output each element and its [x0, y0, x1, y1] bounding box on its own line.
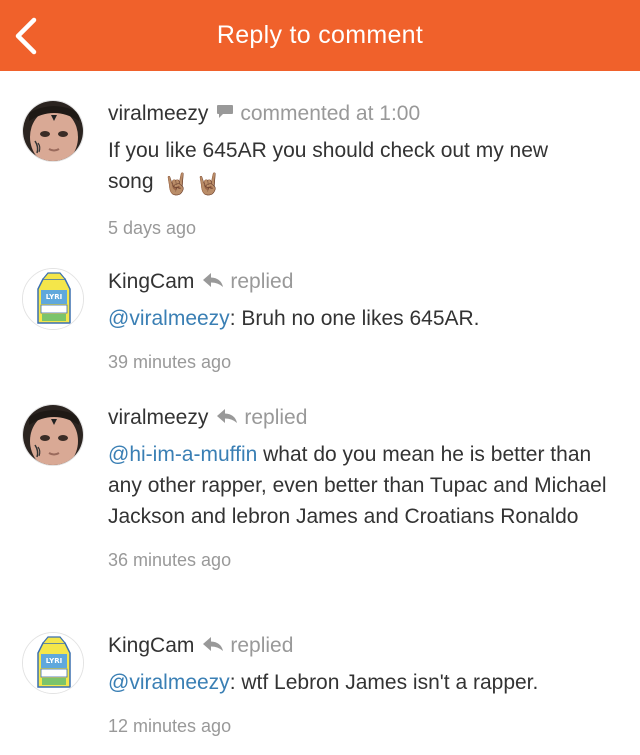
rock-hand-emoji: 🤘🏽 🤘🏽	[163, 173, 222, 196]
comment-meta: KingCam replied	[108, 632, 623, 660]
timestamp: 5 days ago	[108, 218, 197, 238]
avatar[interactable]: LYRI	[22, 632, 84, 694]
reply-arrow-icon	[216, 404, 238, 432]
user-avatar-viralmeezy-icon	[23, 405, 83, 465]
user-avatar-kingcam-icon: LYRI	[23, 633, 83, 693]
reply-arrow-icon	[202, 632, 224, 660]
username[interactable]: KingCam	[108, 632, 194, 660]
avatar[interactable]	[22, 100, 84, 162]
action-text: replied	[230, 270, 294, 293]
comment-text: @hi-im-a-muffin what do you mean he is b…	[108, 439, 623, 532]
avatar[interactable]: LYRI	[22, 268, 84, 330]
svg-text:LYRI: LYRI	[46, 293, 62, 301]
action-text: commented at 1:00	[240, 102, 421, 125]
mention-link[interactable]: @viralmeezy	[108, 671, 230, 694]
chevron-left-icon	[15, 17, 37, 55]
page-title: Reply to comment	[216, 21, 424, 49]
comment-text: @viralmeezy: Bruh no one likes 645AR.	[108, 303, 623, 334]
comment-text-body: : wtf Lebron James isn't a rapper.	[229, 671, 539, 694]
svg-text:LYRI: LYRI	[46, 657, 62, 665]
timestamp: 36 minutes ago	[108, 550, 232, 570]
timestamp: 12 minutes ago	[108, 716, 232, 736]
comment-text: If you like 645AR you should check out m…	[108, 135, 588, 200]
user-avatar-viralmeezy-icon	[23, 101, 83, 161]
back-button[interactable]	[6, 14, 46, 58]
action-text: replied	[244, 406, 308, 429]
mention-link[interactable]: @hi-im-a-muffin	[108, 443, 257, 466]
username[interactable]: viralmeezy	[108, 100, 208, 128]
action-text: replied	[230, 634, 294, 657]
username[interactable]: KingCam	[108, 268, 194, 296]
mention-link[interactable]: @viralmeezy	[108, 307, 230, 330]
reply-arrow-icon	[202, 268, 224, 296]
comment-meta: viralmeezy replied	[108, 404, 623, 432]
username[interactable]: viralmeezy	[108, 404, 208, 432]
comment-meta: viralmeezy commented at 1:00	[108, 100, 623, 128]
avatar[interactable]	[22, 404, 84, 466]
timestamp: 39 minutes ago	[108, 352, 232, 372]
user-avatar-kingcam-icon: LYRI	[23, 269, 83, 329]
comment-meta: KingCam replied	[108, 268, 623, 296]
app-header: Reply to comment	[0, 0, 640, 71]
speech-bubble-icon	[216, 100, 234, 128]
comment-text: @viralmeezy: wtf Lebron James isn't a ra…	[108, 667, 623, 698]
comment-text-body: : Bruh no one likes 645AR.	[229, 307, 480, 330]
